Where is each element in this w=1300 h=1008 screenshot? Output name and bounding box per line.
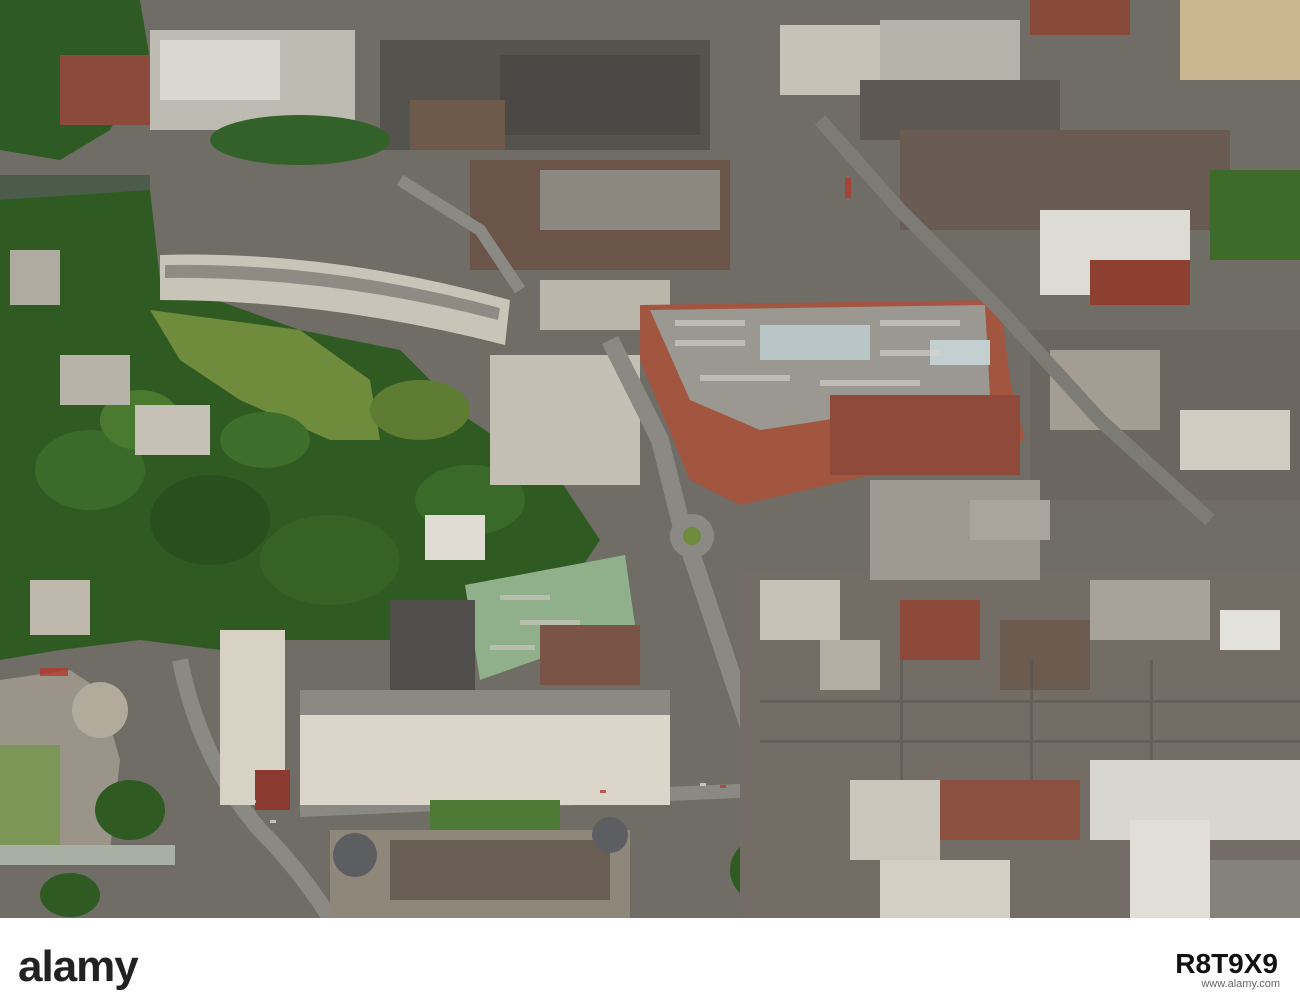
watermark-url: www.alamy.com — [1201, 978, 1280, 990]
alamy-logo: alamy — [18, 942, 139, 991]
aerial-photo — [0, 0, 1300, 918]
watermark-bar: alamy R8T9X9 www.alamy.com — [0, 918, 1300, 1008]
image-id: R8T9X9 — [1175, 948, 1278, 979]
